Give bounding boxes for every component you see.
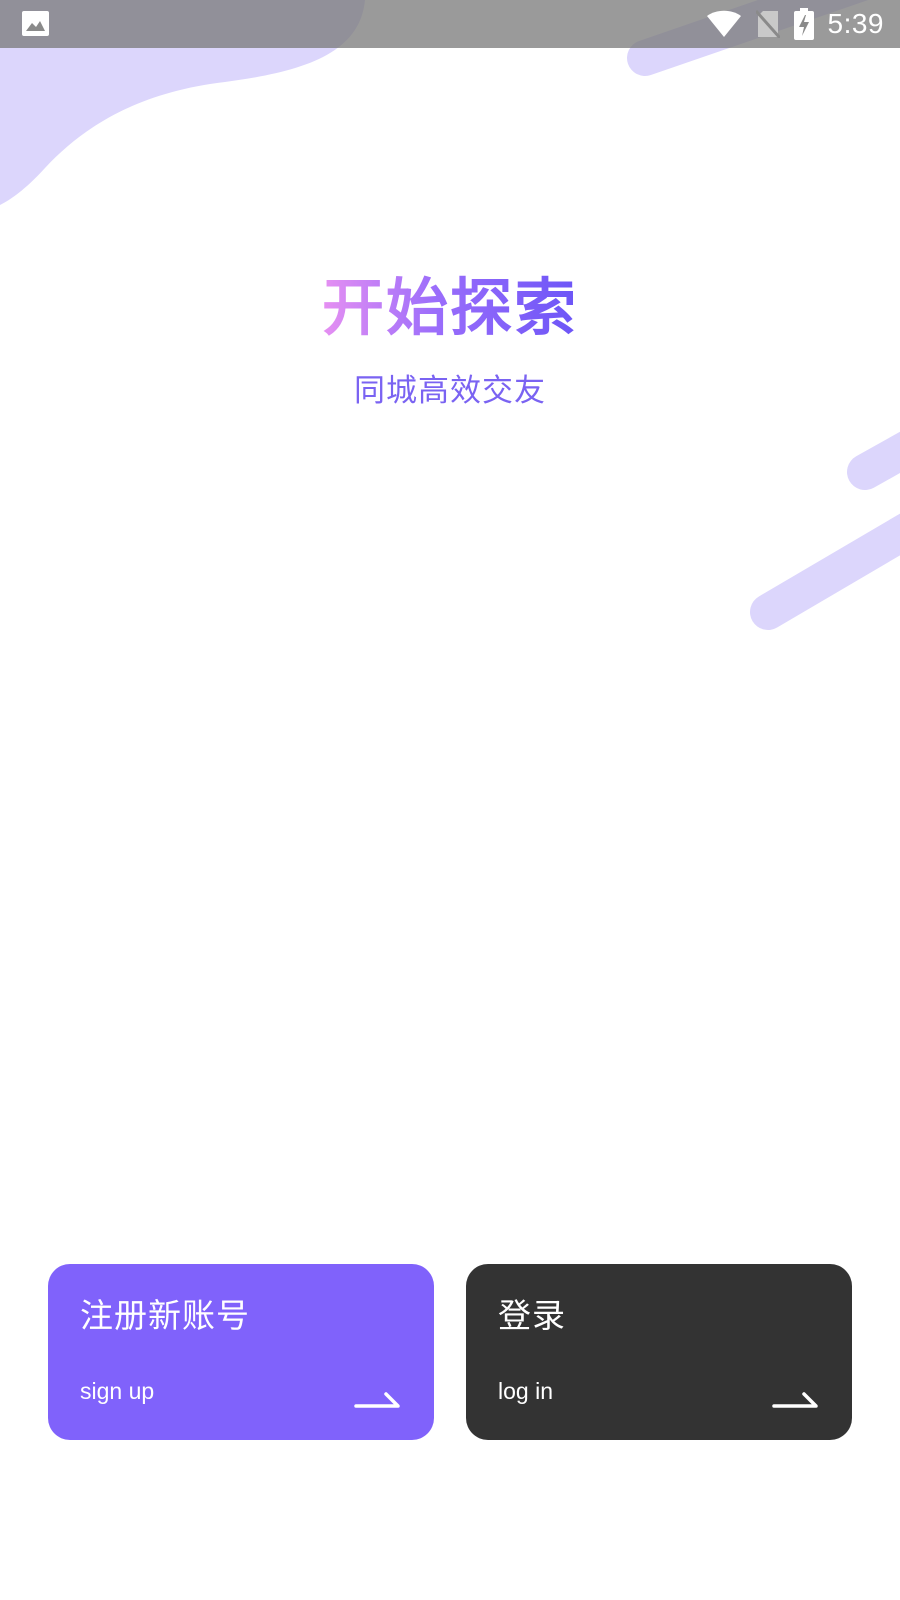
status-icons: 5:39 [706, 0, 885, 48]
arrow-right-icon [772, 1392, 818, 1408]
page-subtitle: 同城高效交友 [354, 373, 546, 409]
signup-subtitle: sign up [80, 1378, 155, 1404]
signup-title: 注册新账号 [80, 1296, 250, 1335]
status-time: 5:39 [827, 8, 884, 39]
login-subtitle: log in [498, 1378, 553, 1404]
right-stroke-upper [847, 431, 900, 490]
login-button[interactable]: 登录 log in [466, 1264, 852, 1440]
battery-charging-icon [793, 8, 814, 40]
signup-button[interactable]: 注册新账号 sign up [48, 1264, 434, 1440]
page-title-text: 开始探索 [321, 271, 578, 344]
no-sim-icon [755, 10, 780, 38]
login-title: 登录 [498, 1296, 566, 1335]
arrow-right-icon [354, 1392, 400, 1408]
page-title: 开始探索 [0, 268, 900, 348]
status-bar: 5:39 [0, 0, 900, 48]
wifi-icon [706, 10, 741, 37]
image-icon [22, 11, 49, 36]
right-stroke-lower [750, 513, 900, 630]
